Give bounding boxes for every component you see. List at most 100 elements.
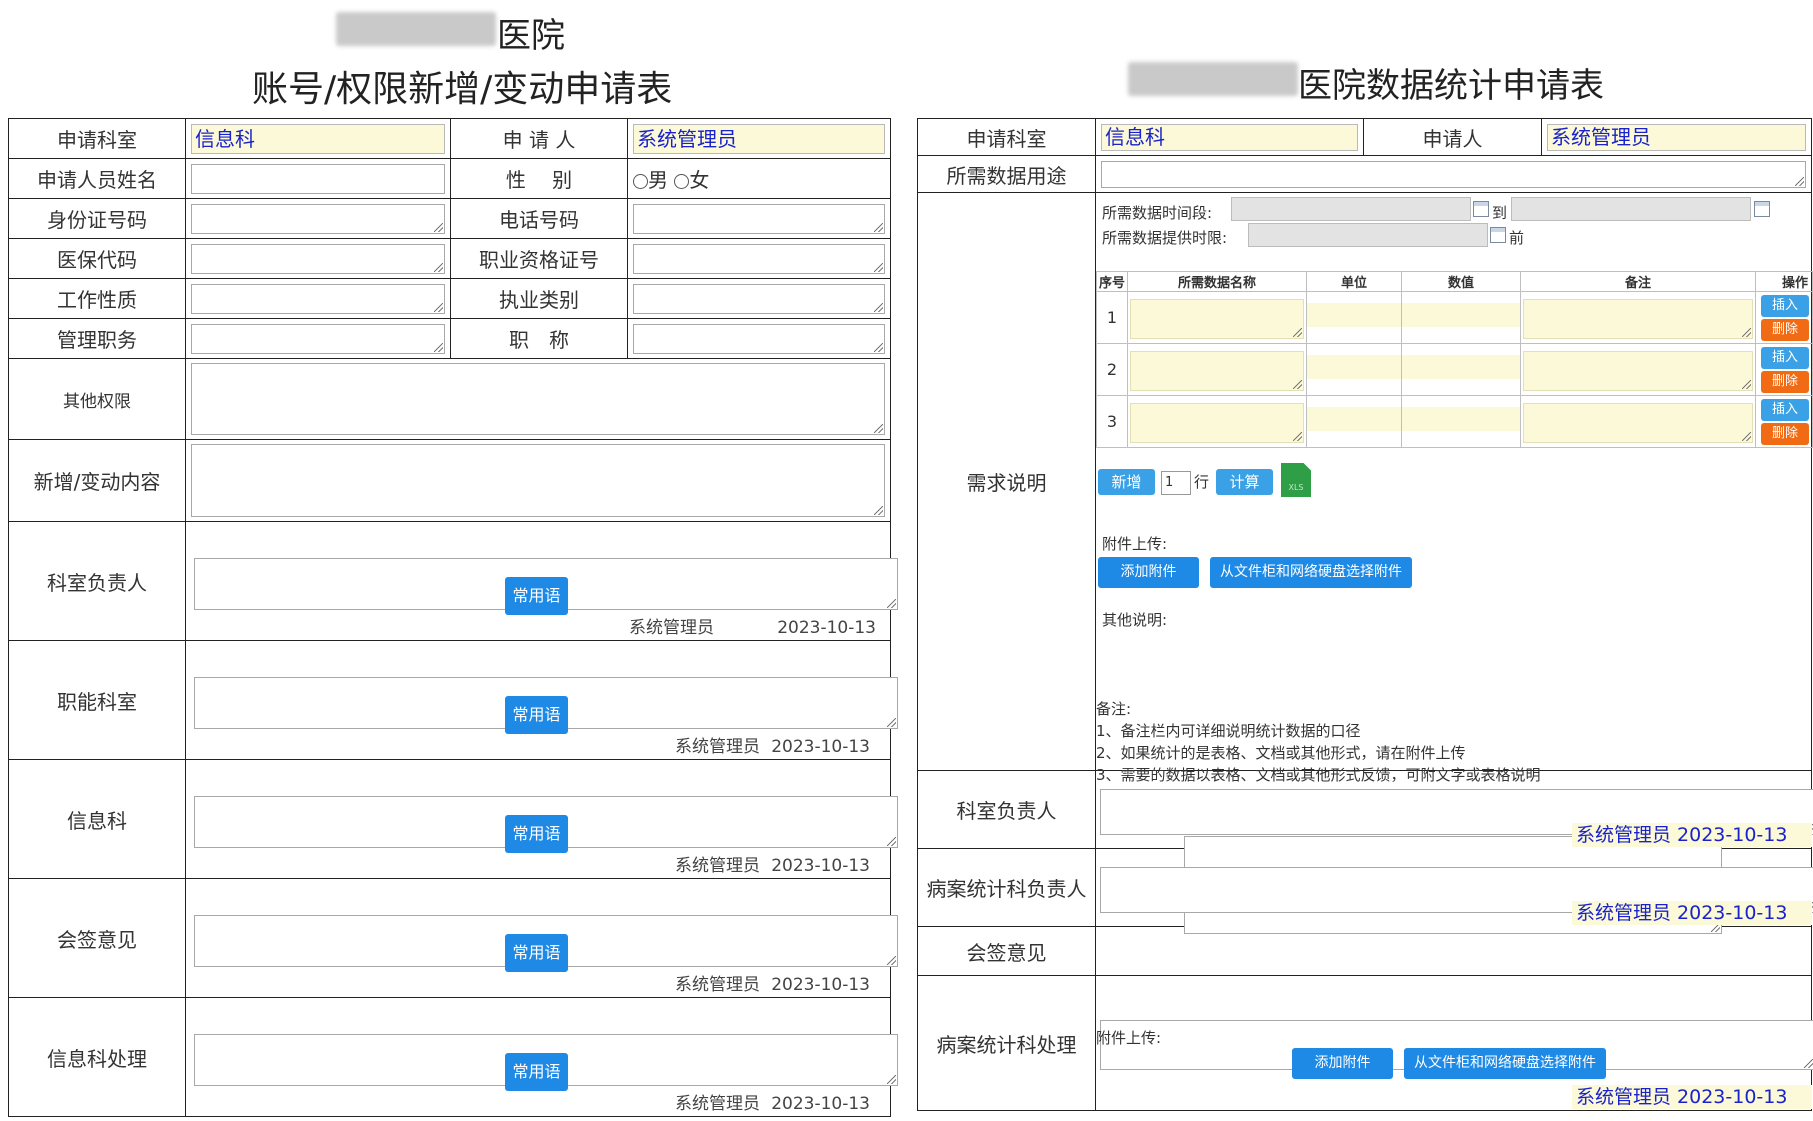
- add-attachment-button[interactable]: 添加附件: [1098, 557, 1199, 588]
- common-phrase-button[interactable]: 常用语: [505, 934, 568, 972]
- job-title-input[interactable]: [633, 323, 885, 354]
- delete-row-button[interactable]: 删除: [1761, 371, 1809, 393]
- gender-male-radio[interactable]: [633, 174, 648, 189]
- data-name-input[interactable]: [1130, 351, 1304, 391]
- gender-female-radio[interactable]: [674, 174, 690, 189]
- id-label: 身份证号码: [8, 198, 186, 239]
- unit-input[interactable]: [1307, 407, 1401, 431]
- table-row: 3 插入 删除: [1096, 395, 1813, 448]
- excel-export-icon[interactable]: XLS: [1281, 463, 1311, 497]
- resize-grip-icon[interactable]: [887, 837, 896, 846]
- approval-date: 2023-10-13: [771, 737, 870, 757]
- r-dept-field[interactable]: 信息科: [1101, 123, 1358, 151]
- resize-grip-icon[interactable]: [874, 424, 883, 433]
- resize-grip-icon[interactable]: [874, 262, 883, 272]
- practice-input[interactable]: [633, 283, 885, 314]
- insurance-input[interactable]: [191, 243, 445, 274]
- period-start-input[interactable]: [1231, 197, 1471, 221]
- calculate-button[interactable]: 计算: [1216, 469, 1273, 495]
- r-applicant-field[interactable]: 系统管理员: [1547, 123, 1806, 151]
- common-phrase-button[interactable]: 常用语: [505, 815, 568, 853]
- stat-select-attachment-button[interactable]: 从文件柜和网络硬盘选择附件: [1404, 1048, 1606, 1079]
- common-phrase-button[interactable]: 常用语: [505, 1053, 568, 1091]
- resize-grip-icon[interactable]: [434, 302, 443, 312]
- header-cell: 操作: [1755, 271, 1813, 292]
- row-count-input[interactable]: 1: [1161, 471, 1191, 495]
- select-attachment-button[interactable]: 从文件柜和网络硬盘选择附件: [1210, 557, 1412, 588]
- countersign-cell: [1095, 926, 1812, 976]
- approval-date: 2023-10-13: [771, 975, 870, 995]
- deadline-input[interactable]: [1248, 223, 1488, 247]
- stat-attach-label: 附件上传:: [1096, 1029, 1162, 1047]
- name-label: 申请人员姓名: [8, 158, 186, 199]
- insert-row-button[interactable]: 插入: [1761, 399, 1809, 421]
- insert-row-button[interactable]: 插入: [1761, 347, 1809, 369]
- resize-grip-icon[interactable]: [1804, 1059, 1813, 1068]
- approval-signer: 系统管理员: [675, 975, 760, 995]
- value-input[interactable]: [1402, 355, 1520, 379]
- qualification-input[interactable]: [633, 243, 885, 274]
- stat-add-attachment-button[interactable]: 添加附件: [1292, 1048, 1393, 1079]
- purpose-input[interactable]: [1101, 160, 1806, 188]
- calendar-icon[interactable]: [1754, 201, 1770, 217]
- header-cell: 数值: [1401, 271, 1521, 292]
- calendar-icon[interactable]: [1473, 201, 1489, 217]
- unit-input[interactable]: [1307, 303, 1401, 327]
- note-input[interactable]: [1523, 351, 1753, 391]
- resize-grip-icon[interactable]: [887, 956, 896, 965]
- add-row-button[interactable]: 新增: [1098, 469, 1155, 495]
- approval-label: 科室负责人: [8, 521, 186, 641]
- approval-date: 2023-10-13: [771, 856, 870, 876]
- data-name-input[interactable]: [1130, 299, 1304, 339]
- resize-grip-icon[interactable]: [1293, 432, 1302, 441]
- resize-grip-icon[interactable]: [887, 1075, 896, 1084]
- dept-field[interactable]: 信息科: [191, 123, 445, 154]
- resize-grip-icon[interactable]: [887, 718, 896, 727]
- period-end-input[interactable]: [1511, 197, 1751, 221]
- resize-grip-icon[interactable]: [1795, 176, 1804, 186]
- resize-grip-icon[interactable]: [1742, 432, 1751, 441]
- common-phrase-button[interactable]: 常用语: [505, 577, 568, 615]
- resize-grip-icon[interactable]: [1293, 380, 1302, 389]
- resize-grip-icon[interactable]: [874, 302, 883, 312]
- insert-row-button[interactable]: 插入: [1761, 295, 1809, 317]
- approval-label: 职能科室: [8, 640, 186, 760]
- value-input[interactable]: [1402, 407, 1520, 431]
- applicant-label: 申 请 人: [450, 118, 628, 159]
- delete-row-button[interactable]: 删除: [1761, 319, 1809, 341]
- account-permission-form: 申请科室 信息科 申 请 人 系统管理员 申请人员姓名 性 别 男 女 身份证号…: [8, 118, 898, 1117]
- manage-label: 管理职务: [8, 318, 186, 359]
- note-input[interactable]: [1523, 299, 1753, 339]
- name-input[interactable]: [191, 163, 445, 194]
- resize-grip-icon[interactable]: [434, 342, 443, 352]
- resize-grip-icon[interactable]: [1742, 380, 1751, 389]
- data-name-input[interactable]: [1130, 403, 1304, 443]
- unit-input[interactable]: [1307, 355, 1401, 379]
- resize-grip-icon[interactable]: [1293, 328, 1302, 337]
- common-phrase-button[interactable]: 常用语: [505, 696, 568, 734]
- resize-grip-icon[interactable]: [1742, 328, 1751, 337]
- table-row: 1 插入 删除: [1096, 291, 1813, 344]
- note-input[interactable]: [1523, 403, 1753, 443]
- phone-input[interactable]: [633, 203, 885, 234]
- manage-input[interactable]: [191, 323, 445, 354]
- resize-grip-icon[interactable]: [874, 506, 883, 515]
- resize-grip-icon[interactable]: [874, 222, 883, 232]
- value-input[interactable]: [1402, 303, 1520, 327]
- right-form-title: 医院数据统计申请表: [1298, 66, 1604, 106]
- other-perm-textarea[interactable]: [191, 363, 885, 435]
- id-input[interactable]: [191, 203, 445, 234]
- delete-row-button[interactable]: 删除: [1761, 423, 1809, 445]
- change-textarea[interactable]: [191, 444, 885, 517]
- work-nature-input[interactable]: [191, 283, 445, 314]
- resize-grip-icon[interactable]: [874, 342, 883, 352]
- deadline-suffix: 前: [1509, 229, 1525, 247]
- period-to-text: 到: [1492, 204, 1508, 222]
- resize-grip-icon[interactable]: [887, 599, 896, 608]
- calendar-icon[interactable]: [1490, 227, 1506, 243]
- applicant-field[interactable]: 系统管理员: [633, 123, 885, 154]
- resize-grip-icon[interactable]: [434, 262, 443, 272]
- table-row: 2 插入 删除: [1096, 343, 1813, 396]
- resize-grip-icon[interactable]: [434, 222, 443, 232]
- row-unit-text: 行: [1194, 473, 1210, 491]
